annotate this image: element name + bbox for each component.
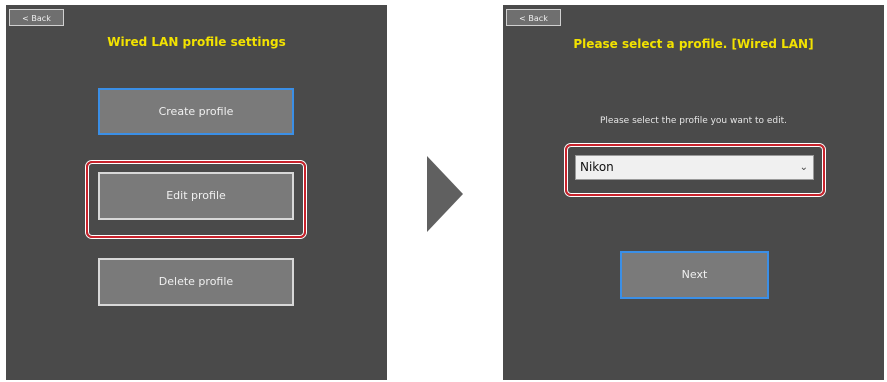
right-triangle-arrow-icon — [427, 156, 463, 232]
profile-dropdown[interactable]: Nikon ⌄ — [575, 155, 814, 180]
edit-profile-button[interactable]: Edit profile — [98, 172, 294, 220]
selected-profile-value: Nikon — [580, 160, 614, 174]
instruction-text: Please select the profile you want to ed… — [600, 116, 787, 126]
back-button[interactable]: < Back — [506, 9, 561, 26]
screen-title: Wired LAN profile settings — [107, 35, 286, 49]
wired-lan-profile-settings-screen: < Back Wired LAN profile settings Create… — [6, 5, 387, 380]
screen-title: Please select a profile. [Wired LAN] — [573, 37, 814, 51]
next-button[interactable]: Next — [620, 251, 769, 299]
delete-profile-button[interactable]: Delete profile — [98, 258, 294, 306]
select-profile-screen: < Back Please select a profile. [Wired L… — [503, 5, 884, 380]
chevron-down-icon: ⌄ — [799, 162, 808, 173]
create-profile-button[interactable]: Create profile — [98, 88, 294, 135]
back-button[interactable]: < Back — [9, 9, 64, 26]
